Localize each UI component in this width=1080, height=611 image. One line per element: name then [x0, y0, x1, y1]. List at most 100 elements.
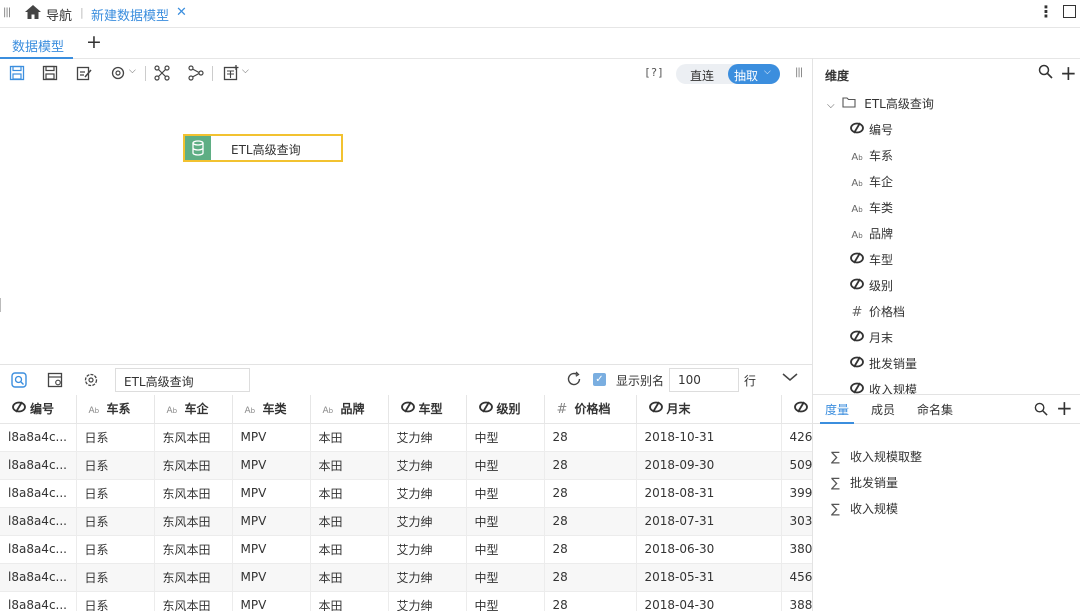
table-row[interactable]: l8a8a4c... 日系 东风本田 MPV 本田 艾力绅 中型 28 2018-04-30 38…	[0, 591, 812, 611]
field-label: 月末	[869, 331, 894, 345]
field-item[interactable]: 车型	[849, 251, 893, 268]
table-cell: MPV	[232, 451, 311, 480]
field-item[interactable]: # 价格档	[849, 303, 905, 320]
table-cell: 303	[781, 507, 812, 536]
column-header-label: 车企	[184, 402, 209, 417]
table-cell: 日系	[76, 479, 155, 508]
table-row[interactable]: l8a8a4c... 日系 东风本田 MPV 本田 艾力绅 中型 28 2018-10-31 42…	[0, 423, 812, 452]
sigma-icon: ∑	[831, 502, 840, 517]
table-cell: 456	[781, 563, 812, 592]
field-label: 价格档	[869, 305, 906, 319]
field-item[interactable]: 收入规模	[849, 381, 917, 394]
tab-members[interactable]: 成员	[871, 401, 895, 418]
table-cell: 28	[544, 479, 637, 508]
dimension-icon	[400, 401, 415, 416]
table-cell: 日系	[76, 563, 155, 592]
text-type-icon: Ab	[88, 406, 100, 417]
table-cell: l8a8a4c...	[0, 479, 77, 508]
table-cell: 本田	[310, 507, 389, 536]
column-header[interactable]: # 价格档	[544, 395, 637, 424]
table-cell: 中型	[466, 563, 545, 592]
tab-measures[interactable]: 度量	[825, 401, 849, 418]
table-cell: 东风本田	[154, 591, 233, 611]
column-header[interactable]	[781, 395, 812, 424]
preview-icon[interactable]	[11, 372, 27, 391]
tab-named-sets[interactable]: 命名集	[917, 401, 953, 418]
table-row[interactable]: l8a8a4c... 日系 东风本田 MPV 本田 艾力绅 中型 28 2018-08-31 39…	[0, 479, 812, 508]
table-cell: MPV	[232, 535, 311, 564]
table-cell: 日系	[76, 423, 155, 452]
table-cell: l8a8a4c...	[0, 563, 77, 592]
table-cell: MPV	[232, 563, 311, 592]
table-cell: 399	[781, 479, 812, 508]
dimension-icon	[849, 122, 865, 137]
field-item[interactable]: Ab 车企	[849, 173, 893, 190]
table-cell: 28	[544, 563, 637, 592]
column-header[interactable]: Ab 品牌	[310, 395, 389, 424]
table-cell: 本田	[310, 591, 389, 611]
refresh-icon[interactable]	[566, 371, 582, 387]
table-cell: 东风本田	[154, 423, 233, 452]
column-header[interactable]: 编号	[0, 395, 77, 424]
search-icon[interactable]	[1034, 401, 1048, 420]
dimension-icon	[478, 401, 493, 416]
table-cell: 28	[544, 451, 637, 480]
field-label: 编号	[869, 123, 894, 137]
table-header-row: 编号 Ab 车系 Ab 车企 Ab 车类 Ab 品牌 车型 级别 # 价格档 月末	[0, 395, 812, 424]
field-item[interactable]: Ab 车类	[849, 199, 893, 216]
text-type-icon: Ab	[166, 406, 178, 417]
table-cell: 艾力绅	[388, 423, 467, 452]
table-cell: 艾力绅	[388, 535, 467, 564]
table-cell: 日系	[76, 507, 155, 536]
column-header[interactable]: 车型	[388, 395, 467, 424]
table-cell: 28	[544, 423, 637, 452]
text-type-icon: Ab	[851, 152, 863, 163]
column-header-label: 价格档	[574, 402, 611, 417]
field-item[interactable]: Ab 车系	[849, 147, 893, 164]
column-header[interactable]: 月末	[636, 395, 782, 424]
measure-item[interactable]: ∑ 收入规模	[831, 500, 898, 517]
table-cell: l8a8a4c...	[0, 535, 77, 564]
data-panel-icon[interactable]	[47, 372, 63, 391]
dimension-icon	[648, 401, 663, 416]
field-item[interactable]: 编号	[849, 121, 893, 138]
row-count-input[interactable]: 100	[669, 368, 739, 392]
table-row[interactable]: l8a8a4c... 日系 东风本田 MPV 本田 艾力绅 中型 28 2018-05-31 45…	[0, 563, 812, 592]
measure-label: 收入规模取整	[850, 450, 923, 464]
dimension-icon	[12, 401, 26, 416]
table-cell: 艾力绅	[388, 563, 467, 592]
field-item[interactable]: 批发销量	[849, 355, 917, 372]
table-cell: 东风本田	[154, 535, 233, 564]
text-type-icon: Ab	[244, 406, 256, 417]
field-item[interactable]: Ab 品牌	[849, 225, 893, 242]
table-row[interactable]: l8a8a4c... 日系 东风本田 MPV 本田 艾力绅 中型 28 2018-07-31 30…	[0, 507, 812, 536]
table-cell: 日系	[76, 451, 155, 480]
measure-item[interactable]: ∑ 批发销量	[831, 474, 898, 491]
table-cell: 本田	[310, 423, 389, 452]
query-name-field[interactable]: ETL高级查询	[115, 368, 250, 392]
column-header[interactable]: Ab 车类	[232, 395, 311, 424]
measure-item[interactable]: ∑ 收入规模取整	[831, 448, 922, 465]
column-header[interactable]: 级别	[466, 395, 545, 424]
table-row[interactable]: l8a8a4c... 日系 东风本田 MPV 本田 艾力绅 中型 28 2018-09-30 50…	[0, 451, 812, 480]
field-label: 收入规模	[869, 383, 918, 394]
field-label: 品牌	[869, 227, 894, 241]
table-cell: 日系	[76, 591, 155, 611]
table-cell: 28	[544, 591, 637, 611]
table-cell: 艾力绅	[388, 479, 467, 508]
table-cell: 艾力绅	[388, 507, 467, 536]
add-icon[interactable]: +	[1056, 396, 1073, 420]
gear-icon[interactable]	[83, 372, 99, 391]
show-alias-checkbox[interactable]: ✓	[593, 373, 606, 386]
column-header[interactable]: Ab 车系	[76, 395, 155, 424]
table-cell: 日系	[76, 535, 155, 564]
table-row[interactable]: l8a8a4c... 日系 东风本田 MPV 本田 艾力绅 中型 28 2018-06-30 38…	[0, 535, 812, 564]
table-cell: 中型	[466, 591, 545, 611]
table-cell: 2018-07-31	[636, 507, 782, 536]
field-item[interactable]: 月末	[849, 329, 893, 346]
collapse-icon[interactable]	[782, 371, 798, 385]
column-header[interactable]: Ab 车企	[154, 395, 233, 424]
field-item[interactable]: 级别	[849, 277, 893, 294]
table-cell: 28	[544, 535, 637, 564]
dimension-icon	[849, 252, 865, 267]
